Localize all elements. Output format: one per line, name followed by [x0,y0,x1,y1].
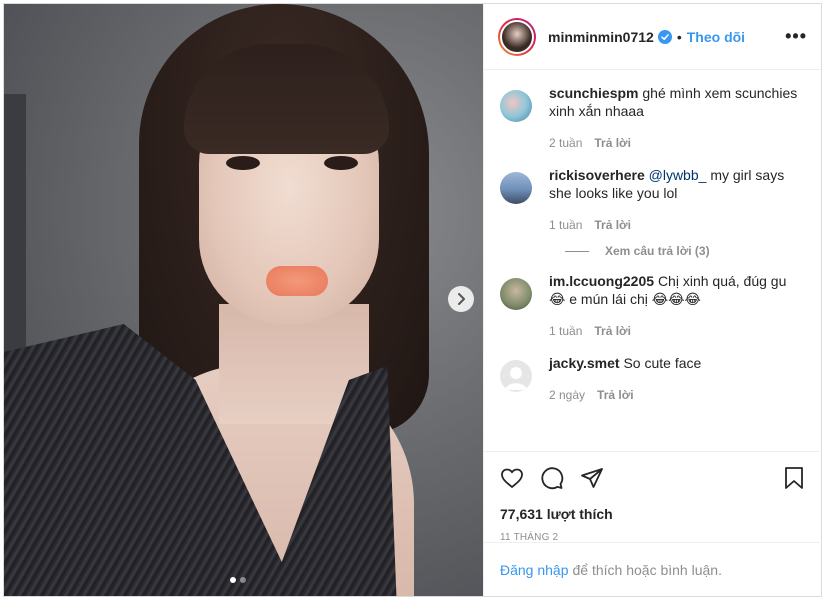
follow-button[interactable]: Theo dõi [687,29,745,45]
view-replies-button[interactable]: Xem câu trả lời (3) [565,244,806,258]
login-prompt: Đăng nhập để thích hoặc bình luận. [484,542,822,596]
comments-list[interactable]: scunchiespm ghé mình xem scunchies xinh … [484,70,822,451]
comment-avatar[interactable] [500,172,532,204]
photo-eye-right [324,156,358,170]
comment-username[interactable]: rickisoverhere [549,167,645,183]
comment-time[interactable]: 2 tuần [549,134,582,152]
login-prompt-text: để thích hoặc bình luận. [572,561,722,578]
comment-item: im.lccuong2205 Chị xinh quá, đúg gu 😂 e … [500,272,806,340]
comment-time[interactable]: 1 tuần [549,216,582,234]
comment-username[interactable]: jacky.smet [549,355,620,371]
comment-item: rickisoverhere @lywbb_ my girl says she … [500,166,806,234]
more-options-icon[interactable]: ••• [785,26,807,47]
verified-badge-icon [657,29,672,44]
author-username[interactable]: minminmin0712 [548,29,654,45]
likes-count[interactable]: 77,631 lượt thích [500,506,806,522]
reply-button[interactable]: Trả lời [597,386,634,404]
comment-username[interactable]: im.lccuong2205 [549,273,654,289]
default-avatar-icon [505,367,527,390]
comment-item: scunchiespm ghé mình xem scunchies xinh … [500,84,806,152]
photo-eye-left [226,156,260,170]
post-container: minminmin0712 • Theo dõi ••• scunchiespm… [3,3,822,597]
comment-username[interactable]: scunchiespm [549,85,638,101]
comment-time[interactable]: 1 tuần [549,322,582,340]
carousel-dot [240,577,246,583]
author-avatar[interactable] [498,17,536,56]
carousel-dot-active [230,577,236,583]
comment-mention[interactable]: @lywbb_ [649,167,707,183]
header-separator: • [676,28,682,45]
like-heart-icon[interactable] [500,466,524,490]
carousel-dots [230,577,246,583]
reply-button[interactable]: Trả lời [594,216,631,234]
photo-door [4,94,26,354]
action-icons-row [500,464,806,492]
post-actions: 77,631 lượt thích 11 THÁNG 2 [484,451,822,543]
comment-avatar[interactable] [500,278,532,310]
bookmark-icon[interactable] [782,466,806,490]
comment-text: So cute face [623,355,702,371]
reply-button[interactable]: Trả lời [594,134,631,152]
carousel-next-button[interactable] [448,286,474,312]
comment-time[interactable]: 2 ngày [549,386,585,404]
chevron-right-icon [458,293,465,305]
comment-avatar[interactable] [500,90,532,122]
comment-avatar[interactable] [500,360,532,392]
view-replies-label: Xem câu trả lời (3) [605,244,710,258]
comment-item: jacky.smet So cute face 2 ngày Trả lời [500,354,806,404]
comment-bubble-icon[interactable] [540,466,564,490]
post-header: minminmin0712 • Theo dõi ••• [484,4,821,70]
photo-lips [266,266,328,296]
reply-button[interactable]: Trả lời [594,322,631,340]
post-photo[interactable] [4,4,483,596]
replies-divider [565,250,589,252]
post-side-panel: minminmin0712 • Theo dõi ••• scunchiespm… [483,4,822,596]
login-link[interactable]: Đăng nhập [500,562,569,578]
share-paper-plane-icon[interactable] [580,466,604,490]
